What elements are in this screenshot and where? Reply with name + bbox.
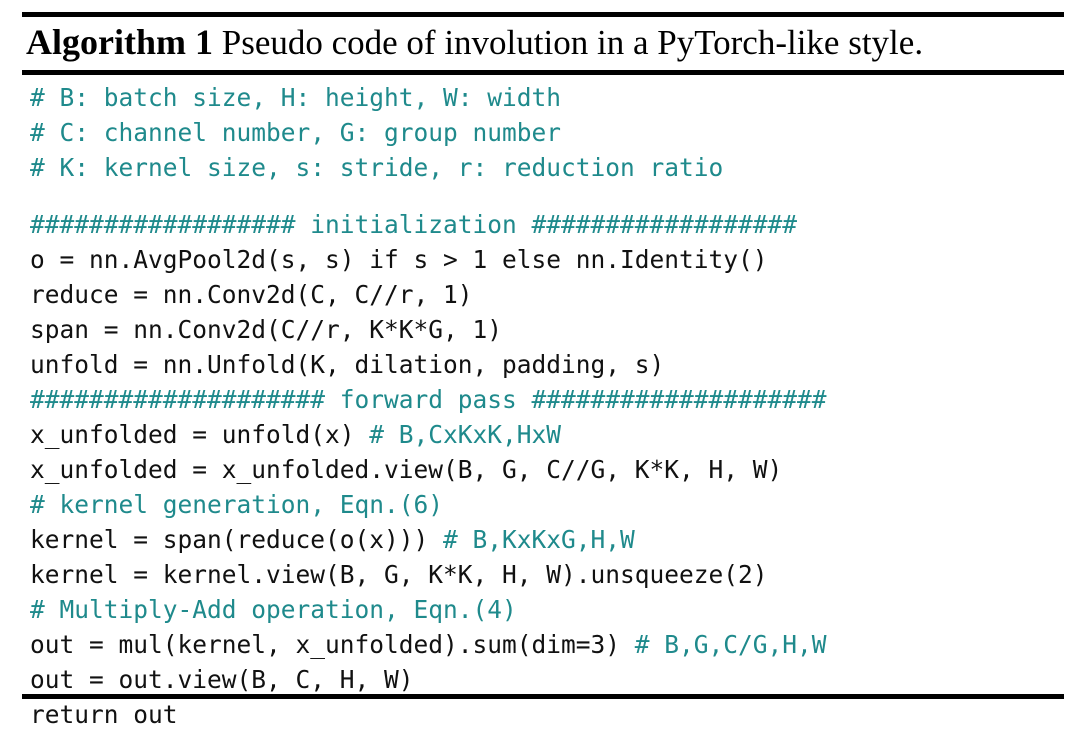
code-line: x_unfolded = x_unfolded.view(B, G, C//G,… <box>30 452 1070 487</box>
code-line: return out <box>30 697 1070 732</box>
code-line: out = mul(kernel, x_unfolded).sum(dim=3)… <box>30 627 1070 662</box>
code-token: out = out.view(B, C, H, W) <box>30 665 414 694</box>
algorithm-caption-label: Algorithm 1 <box>26 22 213 62</box>
comment-token: # B,CxKxK,HxW <box>369 420 562 449</box>
code-token: kernel = kernel.view(B, G, K*K, H, W).un… <box>30 560 768 589</box>
code-token: unfold = nn.Unfold(K, dilation, padding,… <box>30 350 665 379</box>
algorithm-bottom-rule <box>22 694 1064 699</box>
code-line: # Multiply-Add operation, Eqn.(4) <box>30 592 1070 627</box>
code-line: kernel = kernel.view(B, G, K*K, H, W).un… <box>30 557 1070 592</box>
code-token: o = nn.AvgPool2d(s, s) if s > 1 else nn.… <box>30 245 768 274</box>
code-line: reduce = nn.Conv2d(C, C//r, 1) <box>30 277 1070 312</box>
code-token: return out <box>30 700 178 729</box>
comment-token: # kernel generation, Eqn.(6) <box>30 490 444 519</box>
code-token: span = nn.Conv2d(C//r, K*K*G, 1) <box>30 315 503 344</box>
code-line: o = nn.AvgPool2d(s, s) if s > 1 else nn.… <box>30 242 1070 277</box>
code-line: x_unfolded = unfold(x) # B,CxKxK,HxW <box>30 417 1070 452</box>
code-line: unfold = nn.Unfold(K, dilation, padding,… <box>30 347 1070 382</box>
code-line: kernel = span(reduce(o(x))) # B,KxKxG,H,… <box>30 522 1070 557</box>
code-line: out = out.view(B, C, H, W) <box>30 662 1070 697</box>
algorithm-top-rule <box>22 12 1064 17</box>
comment-token: # K: kernel size, s: stride, r: reductio… <box>30 153 724 182</box>
code-line: # kernel generation, Eqn.(6) <box>30 487 1070 522</box>
code-token: out = mul(kernel, x_unfolded).sum(dim=3) <box>30 630 635 659</box>
code-line: # K: kernel size, s: stride, r: reductio… <box>30 150 1070 185</box>
comment-token: ################## initialization ######… <box>30 210 798 239</box>
code-line: span = nn.Conv2d(C//r, K*K*G, 1) <box>30 312 1070 347</box>
algorithm-caption: Algorithm 1 Pseudo code of involution in… <box>26 18 1066 66</box>
code-token: kernel = span(reduce(o(x))) <box>30 525 444 554</box>
algorithm-code-block: # B: batch size, H: height, W: width # C:… <box>30 80 1070 732</box>
code-token: x_unfolded = unfold(x) <box>30 420 370 449</box>
comment-token: # B,G,C/G,H,W <box>634 630 827 659</box>
comment-token: # B,KxKxG,H,W <box>443 525 635 554</box>
comment-token: # B: batch size, H: height, W: width <box>30 83 562 112</box>
comment-token: # Multiply-Add operation, Eqn.(4) <box>30 595 517 624</box>
code-token: x_unfolded = x_unfolded.view(B, G, C//G,… <box>30 455 783 484</box>
code-line: #################### forward pass ######… <box>30 382 1070 417</box>
code-line: # C: channel number, G: group number <box>30 115 1070 150</box>
algorithm-header-rule <box>22 70 1064 75</box>
comment-token: #################### forward pass ######… <box>30 385 827 414</box>
algorithm-caption-text: Pseudo code of involution in a PyTorch-l… <box>212 23 924 62</box>
comment-token: # C: channel number, G: group number <box>30 118 562 147</box>
code-line: # B: batch size, H: height, W: width <box>30 80 1070 115</box>
code-token: reduce = nn.Conv2d(C, C//r, 1) <box>30 280 473 309</box>
algorithm-float: Algorithm 1 Pseudo code of involution in… <box>0 0 1080 729</box>
code-line: ################## initialization ######… <box>30 207 1070 242</box>
